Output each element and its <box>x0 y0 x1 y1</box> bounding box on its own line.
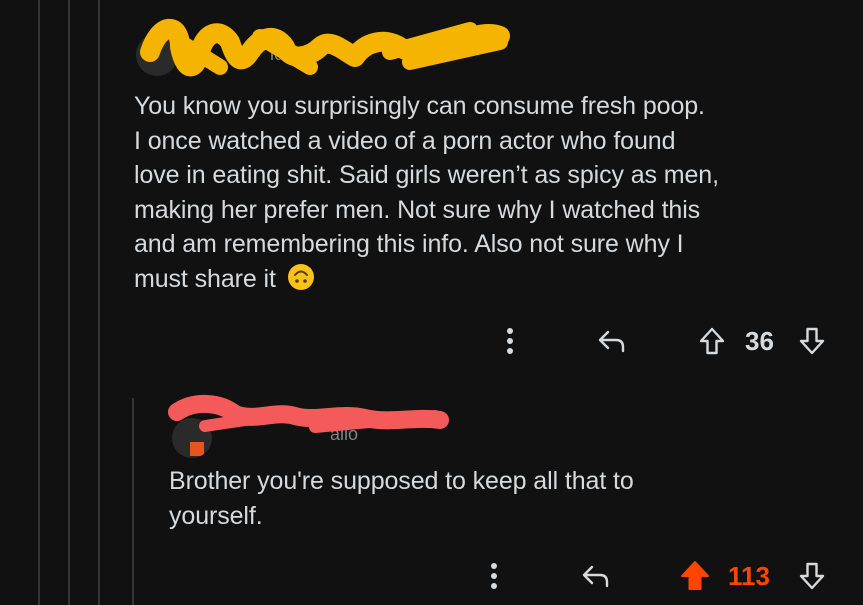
comment-line: I once watched a video of a porn actor w… <box>134 126 676 155</box>
vote-count: 36 <box>745 326 774 356</box>
comment-actions: 36 <box>0 321 863 361</box>
thread-line-3[interactable] <box>98 0 100 605</box>
reply-body: Brother you're supposed to keep all that… <box>169 464 849 533</box>
upvote-arrow-icon <box>699 327 725 355</box>
reply-actions: 113 <box>0 556 863 596</box>
downvote-arrow-icon <box>799 327 825 355</box>
comment-line: making her prefer men. Not sure why I wa… <box>134 195 701 224</box>
comment-body: You know you surprisingly can consume fr… <box>134 89 854 296</box>
comment-line: and am remembering this info. Also not s… <box>134 230 684 258</box>
upvote-button-active[interactable] <box>678 556 712 596</box>
reply-button[interactable] <box>578 556 612 596</box>
thread-line-2[interactable] <box>68 0 70 605</box>
reply-avatar-image <box>190 442 204 456</box>
upvote-arrow-filled-icon <box>681 561 709 590</box>
more-vertical-icon <box>507 328 513 354</box>
upside-down-face-icon <box>287 263 314 290</box>
more-options-button[interactable] <box>500 321 520 361</box>
avatar[interactable] <box>136 34 178 76</box>
comment-line: You know you surprisingly can consume fr… <box>134 92 705 120</box>
reply-button[interactable] <box>594 321 628 361</box>
reply-icon <box>582 565 609 588</box>
reply-avatar[interactable] <box>172 418 212 458</box>
downvote-arrow-icon <box>799 562 825 590</box>
comment-username[interactable]: ich <box>270 44 293 65</box>
downvote-button[interactable] <box>796 556 828 596</box>
comment-line: must share it <box>134 264 276 293</box>
more-vertical-icon <box>491 563 497 589</box>
reply-line: yourself. <box>169 501 263 530</box>
reply-icon <box>598 330 625 353</box>
more-options-button[interactable] <box>484 556 504 596</box>
vote-count: 113 <box>728 561 770 591</box>
upvote-button[interactable] <box>696 321 728 361</box>
redaction-scribble <box>140 18 510 77</box>
reply-username[interactable]: allo <box>330 424 358 445</box>
comment-line: love in eating shit. Said girls weren’t … <box>134 161 719 189</box>
thread-line-1[interactable] <box>38 0 40 605</box>
reply-line: Brother you're supposed to keep all that… <box>169 467 634 495</box>
downvote-button[interactable] <box>796 321 828 361</box>
